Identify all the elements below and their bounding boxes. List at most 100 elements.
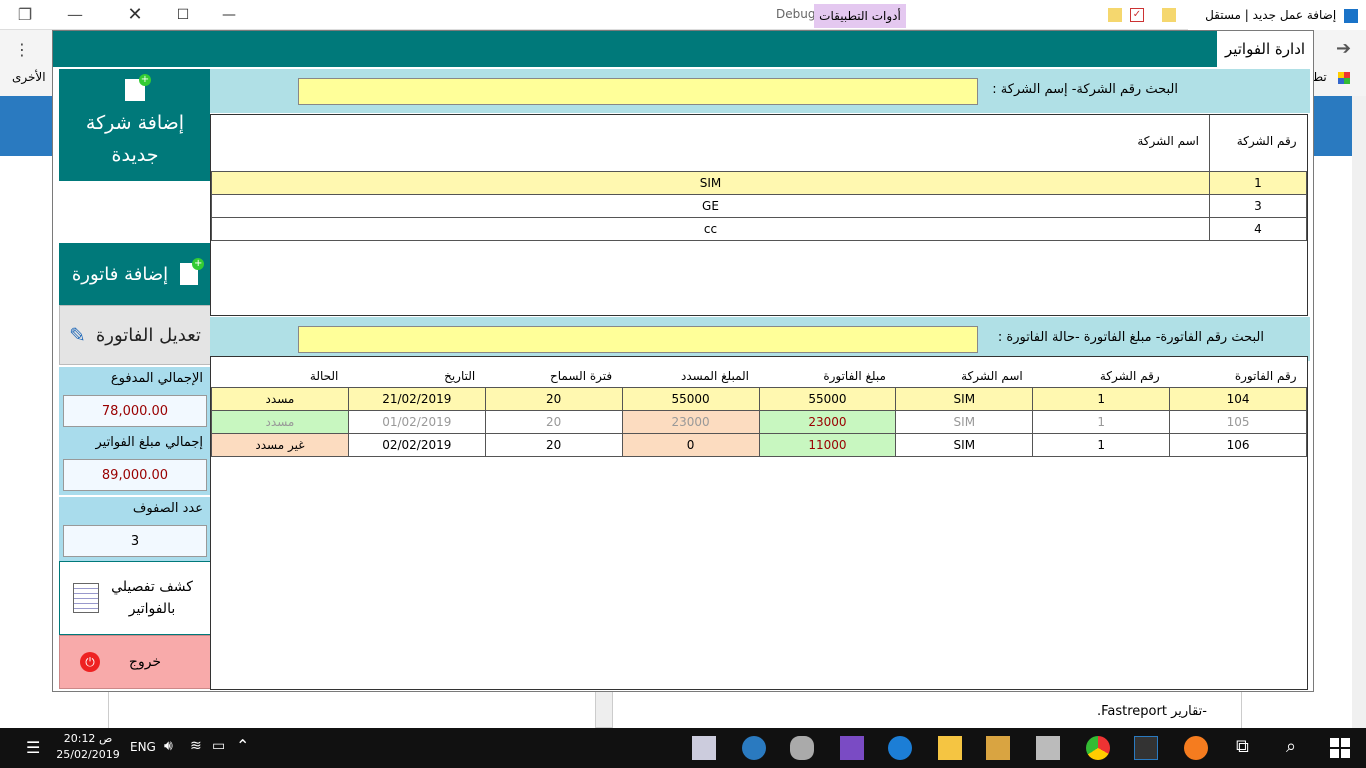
invoice-app-window: ادارة الفواتير + إضافة شركة جديدة + إضاف… [52, 30, 1314, 692]
add-company-label: إضافة شركة جديدة [85, 112, 185, 166]
status-header[interactable]: الحالة [212, 357, 349, 387]
invoice-amount-header[interactable]: مبلغ الفاتورة [759, 357, 896, 387]
invoice-amount-cell[interactable]: 23000 [758, 409, 897, 434]
date-cell[interactable]: 02/02/2019 [347, 432, 486, 457]
add-invoice-button[interactable]: + إضافة فاتورة [59, 243, 211, 305]
company-name-cell[interactable]: GE [211, 193, 1210, 218]
folder-icon[interactable] [1108, 8, 1122, 22]
menu-dots-icon[interactable]: ⋮ [14, 40, 30, 59]
maximize-icon[interactable]: ☐ [160, 0, 206, 30]
network-app-icon[interactable] [1134, 736, 1158, 760]
language-indicator[interactable]: ENG [130, 740, 156, 754]
paid-amount-cell[interactable]: 23000 [621, 409, 760, 434]
row-count-panel: عدد الصفوف 3 [59, 497, 211, 561]
status-cell[interactable]: مسدد [211, 386, 349, 411]
windows-start-icon[interactable] [1330, 738, 1350, 758]
company-name-cell[interactable]: SIM [895, 386, 1034, 411]
grace-period-cell[interactable]: 20 [484, 432, 623, 457]
wifi-icon[interactable]: ≋ [190, 738, 202, 754]
invoice-search-bar: البحث رقم الفاتورة- مبلغ الفاتورة -حالة … [210, 317, 1310, 361]
notification-icon[interactable]: ☰ [26, 738, 40, 757]
invoice-amount-cell[interactable]: 11000 [758, 432, 897, 457]
company-name-cell[interactable]: SIM [895, 409, 1034, 434]
tools-tab[interactable]: أدوات التطبيقات [814, 4, 906, 28]
company-name-header[interactable]: اسم الشركة [896, 357, 1033, 387]
invoice-number-cell[interactable]: 106 [1169, 432, 1307, 457]
edge-icon[interactable] [888, 736, 912, 760]
company-number-cell[interactable]: 1 [1209, 170, 1307, 195]
status-cell[interactable]: مسدد [211, 409, 349, 434]
clock[interactable]: 20:12 ص 25/02/2019 [56, 731, 120, 763]
status-cell[interactable]: غير مسدد [211, 432, 349, 457]
date-cell[interactable]: 21/02/2019 [347, 386, 486, 411]
battery-icon[interactable]: ▭ [212, 738, 225, 754]
visual-studio-icon[interactable] [840, 736, 864, 760]
minimize-icon[interactable]: — [206, 0, 252, 30]
company-number-cell[interactable]: 1 [1032, 386, 1171, 411]
search-icon[interactable]: ⌕ [1286, 736, 1296, 757]
invoice-search-input[interactable] [298, 326, 978, 353]
file-explorer-app-icon[interactable] [692, 736, 716, 760]
date-cell[interactable]: 01/02/2019 [347, 409, 486, 434]
company-name-header[interactable]: اسم الشركة [212, 115, 1210, 171]
grace-period-header[interactable]: فترة السماح [485, 357, 622, 387]
paid-amount-cell[interactable]: 55000 [621, 386, 760, 411]
detailed-report-button[interactable]: كشف تفصيلي بالفواتير [59, 561, 211, 635]
task-view-icon[interactable]: ⧉ [1236, 736, 1249, 757]
company-number-cell[interactable]: 4 [1209, 216, 1307, 241]
bookmark-item[interactable]: تط [1312, 70, 1327, 84]
app-window-icon[interactable] [1036, 736, 1060, 760]
checklist-icon[interactable]: ✓ [1130, 8, 1144, 22]
invoice-number-cell[interactable]: 104 [1169, 386, 1307, 411]
bookmark-other[interactable]: الأخرى [12, 70, 46, 84]
table-row[interactable]: 1 SIM [211, 170, 1307, 195]
doc-resize-handle[interactable] [595, 690, 613, 728]
company-number-cell[interactable]: 3 [1209, 193, 1307, 218]
company-search-input[interactable] [298, 78, 978, 105]
company-number-cell[interactable]: 1 [1032, 432, 1171, 457]
company-number-header[interactable]: رقم الشركة [1033, 357, 1170, 387]
edit-invoice-button[interactable]: تعديل الفاتورة ✎ [59, 305, 211, 365]
table-row[interactable]: 3 GE [211, 193, 1307, 218]
invoices-table: رقم الفاتورة رقم الشركة اسم الشركة مبلغ … [211, 357, 1307, 457]
bg-scrollbar[interactable] [1352, 96, 1366, 728]
exit-label: خروج [128, 654, 162, 670]
folder2-icon[interactable] [1162, 8, 1176, 22]
teamviewer-icon[interactable] [742, 736, 766, 760]
tab-favicon-icon [1344, 8, 1358, 23]
volume-icon[interactable]: 🔊︎ [164, 738, 173, 754]
folder-taskbar-icon[interactable] [938, 736, 962, 760]
close-icon[interactable]: ✕ [112, 0, 158, 30]
back-arrow-icon[interactable]: ➔ [1336, 38, 1351, 59]
company-number-cell[interactable]: 1 [1032, 409, 1171, 434]
company-name-cell[interactable]: cc [211, 216, 1210, 241]
company-name-cell[interactable]: SIM [895, 432, 1034, 457]
invoice-amount-cell[interactable]: 55000 [758, 386, 897, 411]
table-row[interactable]: 4 cc [211, 216, 1307, 241]
paid-amount-header[interactable]: المبلغ المسدد [622, 357, 759, 387]
database-icon[interactable] [790, 736, 814, 760]
grace-period-cell[interactable]: 20 [484, 409, 623, 434]
chevron-up-icon[interactable]: ⌃ [236, 736, 249, 755]
tools-icon[interactable] [986, 736, 1010, 760]
company-name-cell[interactable]: SIM [211, 170, 1210, 195]
table-row[interactable]: 104 1 SIM 55000 55000 20 21/02/2019 مسدد [211, 386, 1307, 411]
table-row[interactable]: 106 1 SIM 11000 0 20 02/02/2019 غير مسدد [211, 432, 1307, 457]
bg-minimize-icon[interactable]: — [50, 0, 100, 30]
date-header[interactable]: التاريخ [348, 357, 485, 387]
company-number-header[interactable]: رقم الشركة [1209, 115, 1307, 171]
apps-grid-icon[interactable] [1338, 72, 1350, 84]
restore-icon[interactable]: ❐ [0, 0, 50, 30]
invoices-header-row: رقم الفاتورة رقم الشركة اسم الشركة مبلغ … [212, 357, 1307, 387]
invoice-number-cell[interactable]: 105 [1169, 409, 1307, 434]
table-row[interactable]: 105 1 SIM 23000 23000 20 01/02/2019 مسدد [211, 409, 1307, 434]
exit-button[interactable]: خروج ⏻ [59, 635, 211, 689]
invoices-grid: رقم الفاتورة رقم الشركة اسم الشركة مبلغ … [210, 356, 1308, 690]
invoice-number-header[interactable]: رقم الفاتورة [1170, 357, 1307, 387]
browser-tab[interactable]: إضافة عمل جديد | مستقل [1188, 0, 1366, 30]
paid-amount-cell[interactable]: 0 [621, 432, 760, 457]
firefox-icon[interactable] [1184, 736, 1208, 760]
grace-period-cell[interactable]: 20 [484, 386, 623, 411]
add-company-button[interactable]: + إضافة شركة جديدة [59, 69, 211, 181]
chrome-icon[interactable] [1086, 736, 1110, 760]
